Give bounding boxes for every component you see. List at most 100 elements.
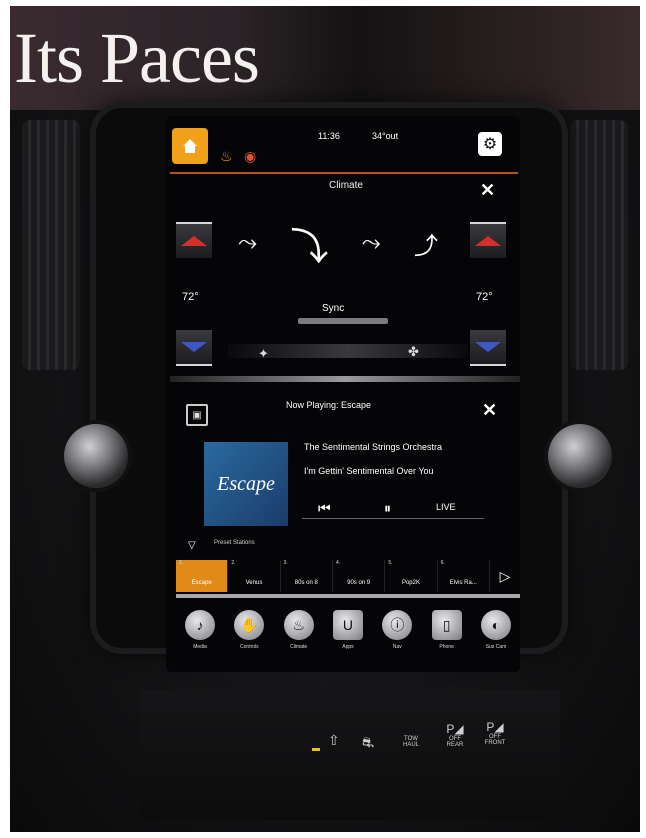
airflow-face-icon[interactable]: ⤳	[238, 229, 257, 257]
arrow-up-icon	[475, 236, 501, 246]
dock-label: Controls	[240, 644, 259, 650]
dock-nav[interactable]: ⓘ Nav	[375, 610, 419, 660]
pause-icon[interactable]: ⏸	[384, 500, 391, 517]
status-divider	[170, 172, 518, 174]
right-air-vent	[570, 120, 628, 370]
preset-number: 5.	[388, 560, 393, 566]
panel-divider	[170, 376, 520, 382]
indicator-light	[312, 748, 320, 751]
dock-label: Media	[193, 644, 207, 650]
park-rear-label: OFF REAR	[446, 736, 464, 748]
climate-close-icon[interactable]: ✕	[480, 180, 495, 201]
preset-label: Escape	[191, 580, 212, 586]
airflow-defrost-icon[interactable]: ⤴	[414, 226, 438, 261]
sync-button[interactable]	[298, 318, 388, 324]
media-source-icon[interactable]: ▣	[186, 404, 208, 426]
arrow-down-icon	[475, 342, 501, 352]
dock-controls[interactable]: ✋ Controls	[227, 610, 271, 660]
park-sense-rear-button[interactable]: P◢ OFF REAR	[440, 722, 470, 748]
preset-6[interactable]: 6. Elvis Ra...	[438, 560, 490, 592]
passenger-temp: 72°	[476, 291, 493, 303]
park-assist-icon: P◢	[446, 722, 464, 736]
dock-label: Sus Cam	[485, 644, 507, 650]
left-air-vent	[22, 120, 80, 370]
dock-phone[interactable]: ▯ Phone	[425, 610, 469, 660]
preset-label: 80s on 8	[294, 580, 318, 586]
artist-name: The Sentimental Strings Orchestra	[304, 442, 443, 452]
hand-icon: ✋	[234, 610, 265, 640]
camera-icon: ◐	[480, 610, 511, 640]
fan-low-icon: ✦	[258, 346, 269, 361]
home-icon	[183, 139, 197, 153]
preset-label: Pop2K	[401, 580, 420, 586]
dock-sus-cam[interactable]: ◐ Sus Cam	[474, 610, 518, 660]
nav-icon: ⓘ	[382, 610, 413, 640]
airflow-floor-icon[interactable]: ⤳	[362, 229, 381, 257]
dock-media[interactable]: ♪ Media	[178, 610, 222, 660]
preset-header: Preset Stations	[214, 540, 255, 546]
traction-icon[interactable]: ⇧	[328, 732, 340, 749]
music-note-icon: ♪	[185, 610, 215, 640]
clock: 11:36	[318, 131, 340, 141]
airflow-seat-icon[interactable]: ⤵	[290, 216, 328, 271]
preset-list: 1. Escape 2. Venus 3. 80s on 8 4. 90s on 9 5…	[176, 560, 520, 592]
lower-console	[140, 690, 560, 820]
outside-temp: 34°out	[372, 131, 399, 141]
volume-knob[interactable]	[64, 424, 128, 488]
preset-label: Elvis Ra...	[449, 580, 477, 586]
settings-button[interactable]: ⚙	[478, 132, 502, 156]
preset-number: 3.	[283, 560, 288, 566]
album-art: Escape	[204, 442, 288, 526]
preset-collapse-icon[interactable]: ▽	[188, 540, 196, 551]
dock-label: Apps	[342, 644, 354, 650]
arrow-down-icon	[181, 342, 207, 352]
preset-2[interactable]: 2. Venus	[228, 560, 281, 592]
media-close-icon[interactable]: ✕	[482, 400, 497, 421]
song-title: I'm Gettin' Sentimental Over You	[304, 466, 434, 476]
preset-1[interactable]: 1. Escape	[176, 560, 229, 592]
preset-divider	[176, 594, 520, 598]
dock-label: Nav	[392, 644, 402, 650]
album-art-text: Escape	[217, 472, 275, 495]
preset-number: 4.	[335, 560, 341, 566]
apps-icon: U	[332, 610, 363, 640]
home-button[interactable]	[172, 128, 208, 164]
page-title: Its Paces	[14, 18, 260, 98]
preset-label: Venus	[245, 580, 263, 586]
dock-climate[interactable]: ♨ Climate	[277, 610, 321, 660]
preset-5[interactable]: 5. Pop2K	[385, 560, 438, 592]
preset-number: 1.	[179, 560, 184, 566]
park-sense-front-button[interactable]: P◢ OFF FRONT	[480, 720, 510, 746]
now-playing-title: Now Playing: Escape	[286, 400, 372, 410]
wheel-heat-icon[interactable]: ◉	[244, 148, 256, 165]
dock-apps[interactable]: U Apps	[326, 610, 370, 660]
tow-haul-button[interactable]: TOW HAUL	[396, 736, 426, 748]
arrow-up-icon	[181, 236, 207, 246]
sync-label: Sync	[322, 303, 345, 314]
preset-4[interactable]: 4. 90s on 9	[333, 560, 386, 592]
seat-heat-icon[interactable]: ♨	[220, 148, 233, 165]
fan-high-icon: ✤	[408, 344, 419, 359]
dock-label: Phone	[439, 644, 454, 650]
gear-icon: ⚙	[482, 136, 498, 153]
preset-label: 90s on 9	[347, 580, 371, 586]
driver-temp-down-button[interactable]	[176, 330, 212, 366]
preset-number: 6.	[440, 560, 445, 566]
passenger-temp-down-button[interactable]	[470, 330, 506, 366]
dock-label: Climate	[290, 644, 308, 650]
app-dock: ♪ Media ✋ Controls ♨ Climate U Apps ⓘ Nav ▯ Ph…	[178, 610, 518, 660]
seat-icon: ♨	[283, 610, 314, 640]
climate-title: Climate	[329, 180, 363, 191]
park-assist-icon: P◢	[486, 720, 504, 734]
park-front-label: OFF FRONT	[484, 734, 506, 746]
live-button[interactable]: LIVE	[436, 502, 456, 512]
preset-3[interactable]: 3. 80s on 8	[281, 560, 333, 592]
preset-next-icon[interactable]: ▷	[490, 560, 520, 592]
driver-temp-up-button[interactable]	[176, 222, 212, 258]
passenger-temp-up-button[interactable]	[470, 222, 506, 258]
preset-number: 2.	[231, 560, 236, 566]
tune-knob[interactable]	[548, 424, 612, 488]
driver-temp: 72°	[182, 291, 199, 303]
previous-track-icon[interactable]: ⏮	[318, 500, 331, 517]
hill-descent-icon[interactable]: ⛐	[362, 734, 374, 753]
